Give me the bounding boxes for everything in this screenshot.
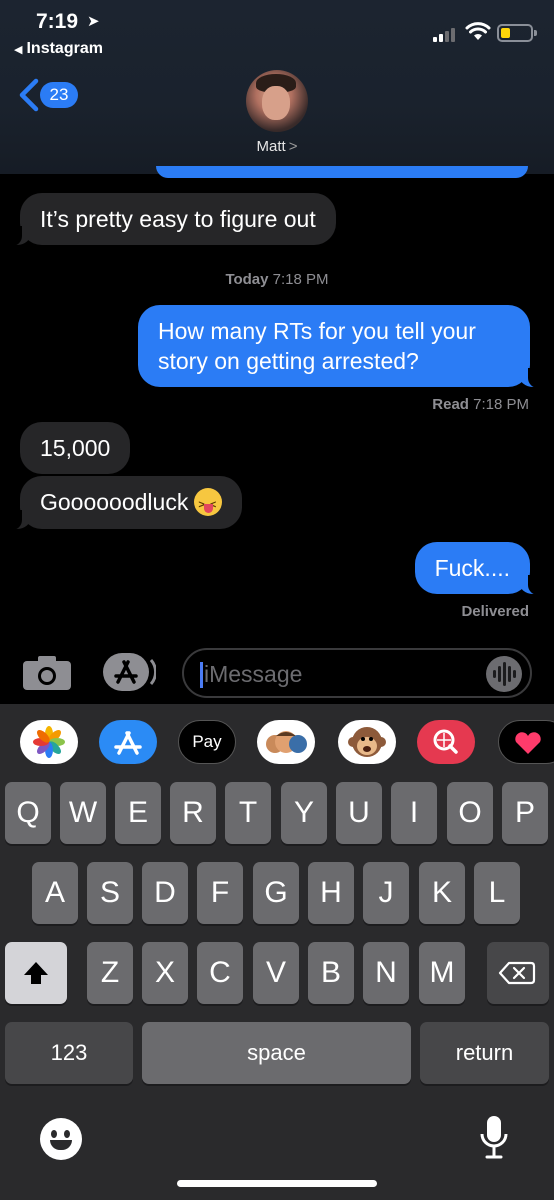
key-h[interactable]: H	[308, 862, 354, 924]
back-app-label: Instagram	[26, 40, 103, 57]
key-f[interactable]: F	[197, 862, 243, 924]
previous-sent-bubble	[156, 166, 528, 178]
received-message[interactable]: 15,000	[20, 422, 131, 474]
key-k[interactable]: K	[419, 862, 465, 924]
back-triangle-icon: ◀	[14, 44, 23, 56]
key-z[interactable]: Z	[87, 942, 133, 1004]
message-text: Goooooodluck	[40, 489, 189, 515]
sent-message[interactable]: How many RTs for you tell your story on …	[138, 305, 540, 388]
back-chevron-icon[interactable]	[16, 78, 42, 112]
message-input-row: iMessage	[0, 640, 554, 704]
key-m[interactable]: M	[419, 942, 465, 1004]
key-b[interactable]: B	[308, 942, 354, 1004]
key-e[interactable]: E	[115, 782, 161, 844]
key-o[interactable]: O	[447, 782, 493, 844]
message-text: How many RTs for you tell your story on …	[158, 318, 476, 374]
app-store-icon[interactable]	[102, 652, 156, 692]
winking-tongue-emoji-icon	[194, 487, 223, 520]
key-n[interactable]: N	[363, 942, 409, 1004]
key-c[interactable]: C	[197, 942, 243, 1004]
shift-key[interactable]	[5, 942, 67, 1004]
back-to-app-link[interactable]: ◀ Instagram	[14, 40, 103, 58]
received-message[interactable]: Goooooodluck	[9, 476, 243, 530]
dictation-microphone-icon[interactable]	[478, 1114, 510, 1162]
key-t[interactable]: T	[225, 782, 271, 844]
apple-pay-label: Pay	[192, 732, 222, 751]
key-a[interactable]: A	[32, 862, 78, 924]
camera-icon[interactable]	[22, 655, 72, 691]
message-text: Fuck....	[434, 555, 510, 581]
message-text: 15,000	[40, 435, 111, 461]
chevron-right-icon: >	[288, 138, 298, 155]
read-receipt: Read 7:18 PM	[432, 396, 529, 413]
key-l[interactable]: L	[474, 862, 520, 924]
delivered-receipt: Delivered	[461, 603, 529, 620]
conversation-header: 7:19 ➤ ◀ Instagram 23 Matt >	[0, 0, 554, 174]
imessage-input[interactable]: iMessage	[182, 648, 532, 698]
location-arrow-icon: ➤	[87, 13, 100, 30]
keyboard: Pay Q W E R T Y U I O P A S D F G H J K …	[0, 704, 554, 1200]
message-timestamp: Today 7:18 PM	[225, 271, 329, 288]
message-text: It’s pretty easy to figure out	[40, 206, 316, 232]
received-message[interactable]: It’s pretty easy to figure out	[10, 193, 336, 246]
status-time: 7:19	[36, 10, 79, 33]
key-s[interactable]: S	[87, 862, 133, 924]
imessage-app-drawer: Pay	[0, 704, 554, 780]
memoji-app-icon[interactable]	[257, 720, 315, 764]
audio-message-icon[interactable]	[486, 656, 522, 692]
key-x[interactable]: X	[142, 942, 188, 1004]
key-d[interactable]: D	[142, 862, 188, 924]
imessage-placeholder: iMessage	[204, 661, 303, 687]
apple-pay-app-icon[interactable]: Pay	[178, 720, 236, 764]
numbers-key[interactable]: 123	[5, 1022, 133, 1084]
home-indicator[interactable]	[177, 1180, 377, 1187]
key-u[interactable]: U	[336, 782, 382, 844]
sent-message[interactable]: Fuck....	[414, 542, 541, 595]
key-y[interactable]: Y	[281, 782, 327, 844]
battery-icon	[497, 24, 537, 42]
contact-avatar[interactable]	[246, 70, 308, 132]
delete-key[interactable]	[487, 942, 549, 1004]
key-w[interactable]: W	[60, 782, 106, 844]
cellular-signal-icon	[433, 26, 459, 42]
key-g[interactable]: G	[253, 862, 299, 924]
space-key[interactable]: space	[142, 1022, 411, 1084]
search-images-app-icon[interactable]	[417, 720, 475, 764]
digital-touch-app-icon[interactable]	[498, 720, 554, 764]
unread-count-badge[interactable]: 23	[40, 82, 78, 108]
wifi-icon	[465, 22, 491, 40]
key-p[interactable]: P	[502, 782, 548, 844]
return-key[interactable]: return	[420, 1022, 549, 1084]
backspace-icon	[498, 961, 536, 985]
emoji-keyboard-icon[interactable]	[40, 1118, 82, 1160]
text-caret	[200, 662, 203, 688]
shift-arrow-icon	[24, 962, 48, 984]
contact-name[interactable]: Matt >	[0, 138, 554, 155]
key-v[interactable]: V	[253, 942, 299, 1004]
app-store-app-icon[interactable]	[99, 720, 157, 764]
key-r[interactable]: R	[170, 782, 216, 844]
animoji-app-icon[interactable]	[338, 720, 396, 764]
key-q[interactable]: Q	[5, 782, 51, 844]
key-i[interactable]: I	[391, 782, 437, 844]
photos-app-icon[interactable]	[20, 720, 78, 764]
key-j[interactable]: J	[363, 862, 409, 924]
